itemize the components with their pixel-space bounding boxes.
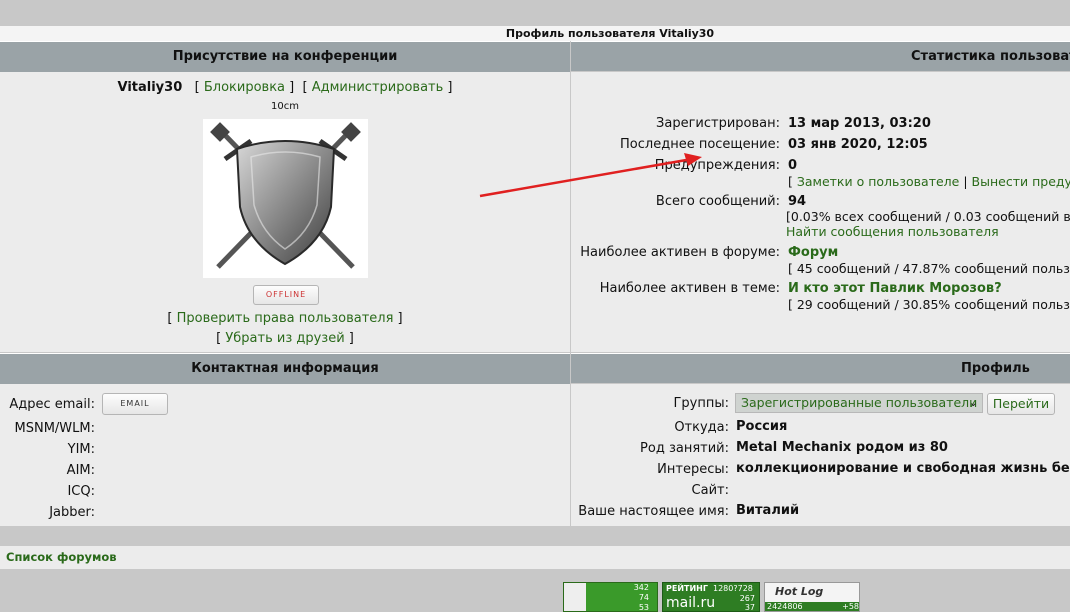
email-label: Адрес email: — [9, 397, 95, 412]
interests-value: коллекционирование и свободная жизнь без… — [736, 461, 1070, 476]
counter-liveinternet[interactable]: 342 74 53 — [563, 582, 658, 612]
forum-list-link[interactable]: Список форумов — [6, 550, 117, 564]
active-forum-detail: [ 45 сообщений / 47.87% сообщений пользо — [788, 261, 1070, 276]
counter3-brand: Hot Log — [775, 585, 824, 598]
check-rights-link[interactable]: Проверить права пользователя — [177, 311, 394, 326]
admin-link[interactable]: Администрировать — [312, 80, 444, 95]
avatar — [203, 119, 368, 278]
shield-swords-image — [210, 122, 361, 269]
from-label: Откуда: — [674, 420, 729, 435]
presence-userline: Vitaliy30 [ Блокировка ] [ Администриров… — [117, 80, 453, 95]
counter2-title: РЕЙТИНГ — [666, 584, 708, 593]
red-arrow-annotation — [479, 153, 702, 198]
posts-detail: [0.03% всех сообщений / 0.03 сообщений в… — [786, 209, 1070, 224]
block-link[interactable]: Блокировка — [204, 80, 285, 95]
footer-counters — [0, 569, 1070, 612]
remove-friends-link[interactable]: Убрать из друзей — [225, 331, 344, 346]
occupation-value: Metal Mechanix родом из 80 — [736, 440, 948, 455]
groups-label: Группы: — [673, 396, 729, 411]
jabber-label: Jabber: — [49, 505, 95, 520]
registered-label: Зарегистрирован: — [656, 116, 780, 131]
counter-mailru[interactable]: РЕЙТИНГ 1280?728 mail.ru 267 37 — [662, 582, 760, 612]
active-topic-label: Наиболее активен в теме: — [599, 281, 780, 296]
counter3-delta: +58 — [842, 602, 859, 611]
realname-label: Ваше настоящее имя: — [578, 504, 729, 519]
warnings-value: 0 — [788, 158, 798, 173]
occupation-label: Род занятий: — [640, 441, 729, 456]
counter2-n2: 37 — [744, 603, 755, 612]
active-forum-label: Наиболее активен в форуме: — [580, 245, 780, 260]
registered-value: 13 мар 2013, 03:20 — [788, 116, 931, 131]
groups-selected-value: Зарегистрированные пользователи — [741, 395, 978, 410]
profile-header: Профиль — [571, 353, 1070, 383]
active-topic-detail: [ 29 сообщений / 30.85% сообщений пользо — [788, 297, 1070, 312]
groups-select[interactable]: Зарегистрированные пользователи ⌄ — [735, 393, 983, 413]
warn-link[interactable]: Вынести предупр — [972, 174, 1070, 189]
warnings-links: [ Заметки о пользователе | Вынести преду… — [788, 174, 1070, 189]
email-button[interactable]: EMAIL — [102, 393, 168, 415]
notes-link[interactable]: Заметки о пользователе — [797, 174, 960, 189]
contact-header: Контактная информация — [0, 353, 570, 384]
interests-label: Интересы: — [657, 462, 729, 477]
page-title: Профиль пользователя Vitaliy30 — [0, 26, 1070, 41]
counter2-brand: mail.ru — [666, 595, 716, 611]
counter-hotlog[interactable]: Hot Log 2424806 +58 — [764, 582, 860, 612]
chevron-down-icon: ⌄ — [968, 396, 978, 409]
stats-header: Статистика пользовате — [571, 41, 1070, 71]
location-small: 10cm — [271, 101, 299, 112]
icq-label: ICQ: — [67, 484, 95, 499]
footer-nav: Список форумов — [0, 546, 1070, 569]
active-topic-link[interactable]: И кто этот Павлик Морозов? — [788, 281, 1002, 296]
presence-header: Присутствие на конференции — [0, 41, 570, 72]
top-bar — [0, 0, 1070, 26]
from-value: Россия — [736, 419, 788, 434]
check-rights-line: [ Проверить права пользователя ] — [167, 311, 403, 326]
site-label: Сайт: — [691, 483, 729, 498]
counter1-line1: 342 — [633, 583, 649, 592]
posts-value: 94 — [788, 194, 807, 209]
active-forum-link[interactable]: Форум — [788, 245, 838, 260]
go-button[interactable]: Перейти — [987, 393, 1055, 415]
counter1-line2: 74 — [638, 593, 649, 602]
counter1-line3: 53 — [638, 603, 649, 612]
footer-spacer — [0, 527, 1070, 546]
last-visit-value: 03 янв 2020, 12:05 — [788, 137, 928, 152]
counter2-n1: 267 — [739, 594, 755, 603]
realname-value: Виталий — [736, 503, 800, 518]
offline-badge: OFFLINE — [253, 285, 319, 305]
counter2-id: 1280?728 — [713, 584, 753, 593]
bar-chart-icon — [564, 583, 586, 611]
username: Vitaliy30 — [117, 80, 183, 95]
remove-friends-line: [ Убрать из друзей ] — [216, 331, 354, 346]
counter3-total: 2424806 — [767, 602, 803, 611]
find-posts-link[interactable]: Найти сообщения пользователя — [786, 224, 999, 239]
aim-label: AIM: — [66, 463, 95, 478]
msnm-label: MSNM/WLM: — [14, 421, 95, 436]
yim-label: YIM: — [67, 442, 95, 457]
